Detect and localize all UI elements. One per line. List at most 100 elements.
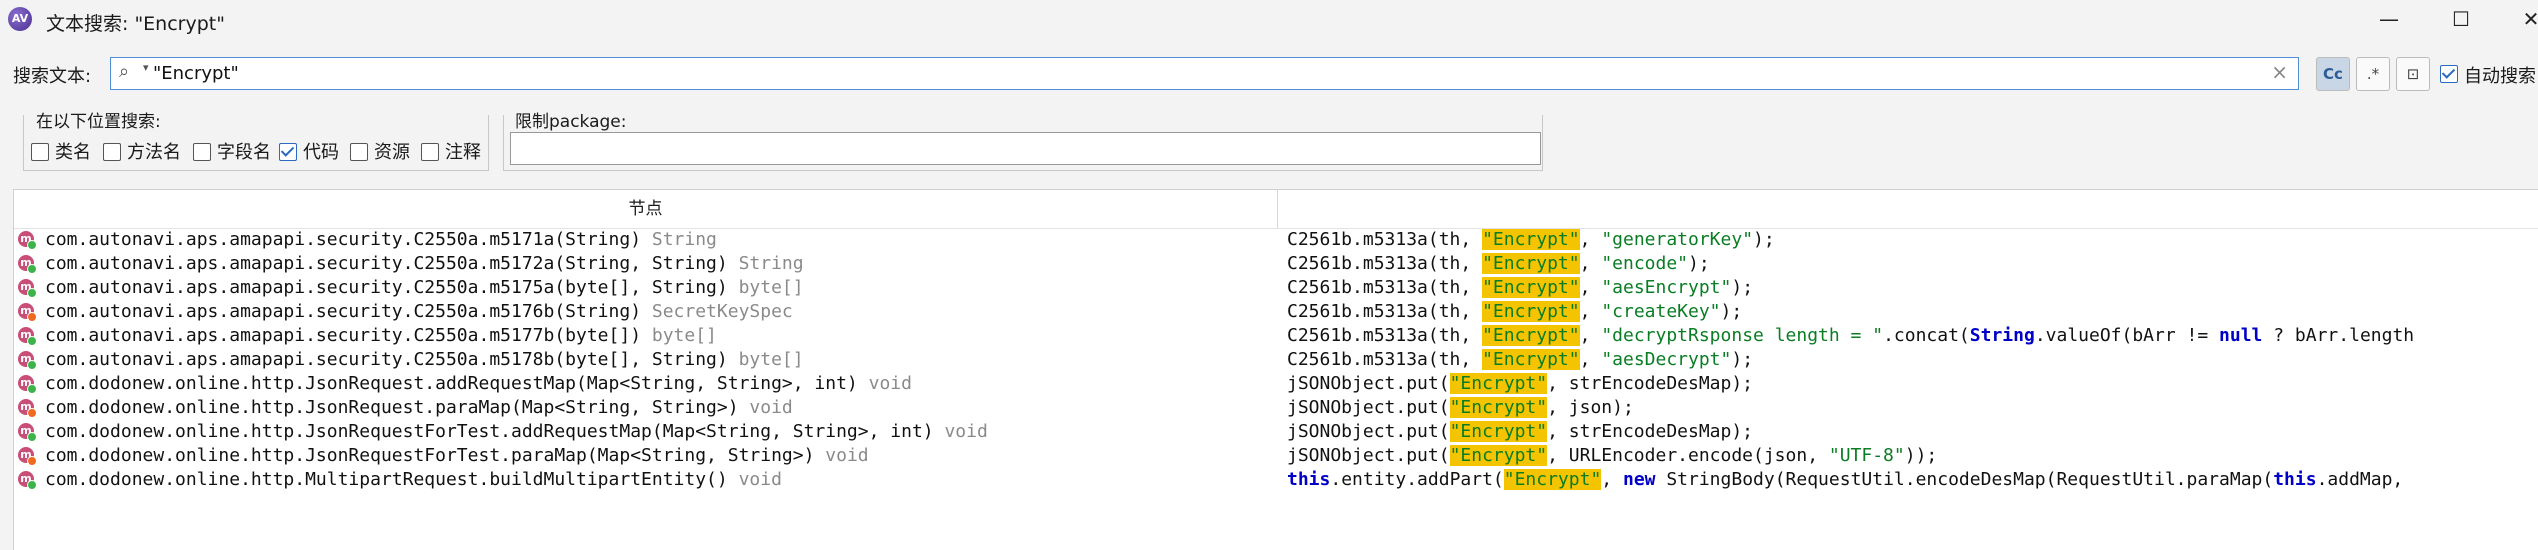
title-bar: AV 文本搜索: "Encrypt" — ☐ ✕: [0, 0, 2538, 40]
match-highlight: "Encrypt": [1449, 421, 1548, 442]
private-access-dot-icon: [27, 408, 37, 418]
code-token: String: [1969, 325, 2035, 346]
node-column-header[interactable]: 节点: [14, 190, 1278, 229]
option-label: 方法名: [127, 142, 181, 163]
result-code: C2561b.m5313a(th, "Encrypt", "aesDecrypt…: [1287, 349, 1753, 370]
auto-search-checkbox[interactable]: [2440, 64, 2458, 83]
result-row[interactable]: m com.autonavi.aps.amapapi.security.C2550…: [14, 253, 2538, 277]
search-input[interactable]: [153, 58, 2233, 89]
result-code: C2561b.m5313a(th, "Encrypt", "aesEncrypt…: [1287, 277, 1753, 298]
option-code[interactable]: 代码: [279, 138, 339, 164]
option-class-name[interactable]: 类名: [31, 138, 91, 164]
clear-search-icon[interactable]: ×: [2271, 60, 2288, 84]
public-access-dot-icon: [27, 360, 37, 370]
match-highlight: "Encrypt": [1482, 253, 1580, 274]
code-token: .entity.addPart(: [1330, 469, 1504, 490]
active-tab-only-toggle[interactable]: ⊡: [2396, 57, 2430, 91]
result-node: com.dodonew.online.http.JsonRequestForTe…: [45, 421, 988, 442]
close-button[interactable]: ✕: [2500, 0, 2538, 40]
result-node: com.autonavi.aps.amapapi.security.C2550a…: [45, 325, 717, 346]
public-access-dot-icon: [27, 264, 37, 274]
search-history-dropdown-icon[interactable]: ▾: [143, 61, 149, 74]
comment-checkbox[interactable]: [421, 142, 439, 161]
minimize-button[interactable]: —: [2358, 0, 2420, 40]
resource-checkbox[interactable]: [350, 142, 368, 161]
search-box[interactable]: ⌕ ▾ ×: [110, 57, 2299, 90]
return-type: String: [651, 229, 717, 250]
result-node: com.dodonew.online.http.JsonRequest.para…: [45, 397, 793, 418]
package-filter-input[interactable]: [510, 132, 1541, 165]
result-row[interactable]: m com.dodonew.online.http.JsonRequest.par…: [14, 397, 2538, 421]
match-highlight: "Encrypt": [1449, 373, 1548, 394]
class-name-checkbox[interactable]: [31, 142, 49, 161]
method-icon: m: [18, 447, 37, 466]
code-token: C2561b.m5313a(th,: [1287, 349, 1483, 370]
code-token: );: [1731, 349, 1754, 370]
code-checkbox[interactable]: [279, 142, 297, 161]
result-row[interactable]: m com.autonavi.aps.amapapi.security.C2550…: [14, 349, 2538, 373]
code-token: );: [1753, 229, 1775, 250]
code-token: StringBody(RequestUtil.encodeDesMap(Requ…: [1655, 469, 2274, 490]
result-node: com.dodonew.online.http.JsonRequestForTe…: [45, 445, 869, 466]
public-access-dot-icon: [27, 384, 37, 394]
result-code: this.entity.addPart("Encrypt", new Strin…: [1287, 469, 2414, 490]
code-token: C2561b.m5313a(th,: [1287, 277, 1483, 298]
result-row[interactable]: m com.autonavi.aps.amapapi.security.C2550…: [14, 325, 2538, 349]
code-token: "UTF-8": [1828, 445, 1905, 466]
result-row[interactable]: m com.autonavi.aps.amapapi.security.C2550…: [14, 277, 2538, 301]
code-token: ));: [1904, 445, 1938, 466]
window-title: 文本搜索: "Encrypt": [46, 13, 225, 35]
result-row[interactable]: m com.dodonew.online.http.JsonRequestForT…: [14, 421, 2538, 445]
code-column-header[interactable]: [1278, 190, 2538, 229]
code-token: , strEncodeDesMap);: [1547, 421, 1754, 442]
method-icon: m: [18, 375, 37, 394]
regex-toggle[interactable]: .*: [2356, 57, 2390, 91]
search-icon: ⌕: [119, 61, 130, 82]
match-highlight: "Encrypt": [1482, 349, 1580, 370]
code-token: this: [1287, 469, 1331, 490]
private-access-dot-icon: [27, 456, 37, 466]
result-node: com.autonavi.aps.amapapi.security.C2550a…: [45, 349, 804, 370]
result-row[interactable]: m com.autonavi.aps.amapapi.security.C2550…: [14, 301, 2538, 325]
maximize-button[interactable]: ☐: [2430, 0, 2492, 40]
code-token: this: [2273, 469, 2317, 490]
result-row[interactable]: m com.dodonew.online.http.JsonRequest.add…: [14, 373, 2538, 397]
return-type: byte[]: [738, 277, 804, 298]
method-icon: m: [18, 399, 37, 418]
result-code: C2561b.m5313a(th, "Encrypt", "createKey"…: [1287, 301, 1742, 322]
match-highlight: "Encrypt": [1482, 301, 1580, 322]
result-code: C2561b.m5313a(th, "Encrypt", "generatorK…: [1287, 229, 1775, 250]
method-name-checkbox[interactable]: [103, 142, 121, 161]
public-access-dot-icon: [27, 336, 37, 346]
code-token: ,: [1579, 229, 1602, 250]
return-type: byte[]: [738, 349, 804, 370]
code-token: null: [2219, 325, 2263, 346]
option-method-name[interactable]: 方法名: [103, 138, 181, 164]
code-token: , json);: [1547, 397, 1634, 418]
result-code: jSONObject.put("Encrypt", strEncodeDesMa…: [1287, 421, 1753, 442]
option-resource[interactable]: 资源: [350, 138, 410, 164]
method-icon: m: [18, 303, 37, 322]
field-name-checkbox[interactable]: [193, 142, 211, 161]
match-highlight: "Encrypt": [1482, 229, 1580, 250]
code-token: "aesDecrypt": [1601, 349, 1732, 370]
match-highlight: "Encrypt": [1482, 325, 1580, 346]
results-table: 节点 m com.autonavi.aps.amapapi.security.C2…: [13, 189, 2538, 550]
code-token: .concat(: [1883, 325, 1970, 346]
return-type: void: [944, 421, 988, 442]
option-comment[interactable]: 注释: [421, 138, 481, 164]
return-type: void: [825, 445, 869, 466]
option-label: 资源: [374, 142, 410, 163]
result-row[interactable]: m com.dodonew.online.http.JsonRequestForT…: [14, 445, 2538, 469]
result-row[interactable]: m com.dodonew.online.http.MultipartReques…: [14, 469, 2538, 493]
code-token: ,: [1579, 253, 1602, 274]
case-sensitive-toggle[interactable]: Cc: [2316, 57, 2350, 91]
option-field-name[interactable]: 字段名: [193, 138, 271, 164]
result-row[interactable]: m com.autonavi.aps.amapapi.security.C2550…: [14, 229, 2538, 253]
code-token: jSONObject.put(: [1287, 397, 1450, 418]
search-location-title: 在以下位置搜索:: [32, 107, 165, 132]
code-token: jSONObject.put(: [1287, 445, 1450, 466]
code-token: );: [1720, 301, 1743, 322]
code-token: C2561b.m5313a(th,: [1287, 325, 1483, 346]
public-access-dot-icon: [27, 240, 37, 250]
